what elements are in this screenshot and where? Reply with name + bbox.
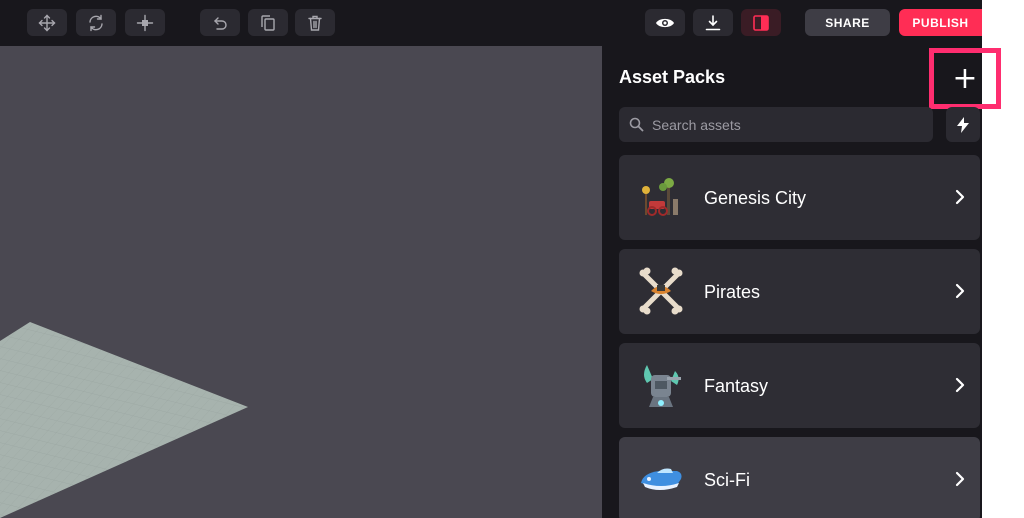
pack-name: Pirates bbox=[704, 282, 761, 302]
pack-name: Fantasy bbox=[704, 376, 769, 396]
duplicate-icon bbox=[261, 14, 275, 31]
plus-icon: + bbox=[952, 60, 978, 96]
pack-name: Sci-Fi bbox=[704, 470, 750, 490]
sci-fi-thumbnail bbox=[641, 468, 682, 490]
duplicate-button[interactable] bbox=[248, 9, 288, 36]
chevron-right-icon bbox=[955, 283, 965, 299]
pack-genesis-city[interactable]: Genesis City bbox=[619, 155, 980, 240]
top-toolbar: SHARE PUBLISH bbox=[0, 0, 982, 46]
undo-icon bbox=[214, 16, 227, 30]
search-bar bbox=[619, 107, 933, 142]
ground-plane[interactable] bbox=[0, 46, 602, 518]
download-icon bbox=[705, 14, 721, 30]
scene-editor: SHARE PUBLISH Asset Packs + Search asset… bbox=[0, 0, 1001, 518]
scale-tool-button[interactable] bbox=[125, 9, 165, 36]
download-button[interactable] bbox=[693, 9, 733, 36]
chevron-right-icon bbox=[955, 189, 965, 205]
pack-pirates[interactable]: Pirates bbox=[619, 249, 980, 334]
panel-toggle-button[interactable] bbox=[741, 9, 781, 36]
asset-packs-panel: Asset Packs + Search assets Genesis City… bbox=[602, 46, 1001, 518]
search-input[interactable] bbox=[652, 116, 912, 133]
publish-button[interactable]: PUBLISH bbox=[899, 9, 982, 36]
move-tool-button[interactable] bbox=[27, 9, 67, 36]
rotate-icon bbox=[89, 14, 103, 31]
quick-actions-button[interactable] bbox=[946, 107, 980, 142]
pack-name: Genesis City bbox=[704, 188, 807, 208]
delete-button[interactable] bbox=[295, 9, 335, 36]
genesis-city-thumbnail bbox=[642, 178, 678, 216]
pack-fantasy[interactable]: Fantasy bbox=[619, 343, 980, 428]
preview-button[interactable] bbox=[645, 9, 685, 36]
add-asset-pack-button[interactable]: + bbox=[929, 48, 1001, 109]
rotate-tool-button[interactable] bbox=[76, 9, 116, 36]
lightning-icon bbox=[957, 116, 969, 133]
search-icon bbox=[629, 117, 644, 132]
pack-sci-fi[interactable]: Sci-Fi bbox=[619, 437, 980, 518]
chevron-right-icon bbox=[955, 471, 965, 487]
scale-icon bbox=[136, 14, 154, 31]
panel-toggle-icon bbox=[753, 14, 769, 31]
pirates-thumbnail bbox=[639, 267, 683, 315]
chevron-right-icon bbox=[955, 377, 965, 393]
undo-button[interactable] bbox=[200, 9, 240, 36]
share-button[interactable]: SHARE bbox=[805, 9, 890, 36]
scene-viewport[interactable] bbox=[0, 46, 602, 518]
panel-title: Asset Packs bbox=[619, 67, 726, 87]
fantasy-thumbnail bbox=[644, 365, 681, 407]
move-icon bbox=[38, 14, 56, 31]
eye-icon bbox=[656, 18, 674, 27]
delete-icon bbox=[308, 15, 322, 31]
